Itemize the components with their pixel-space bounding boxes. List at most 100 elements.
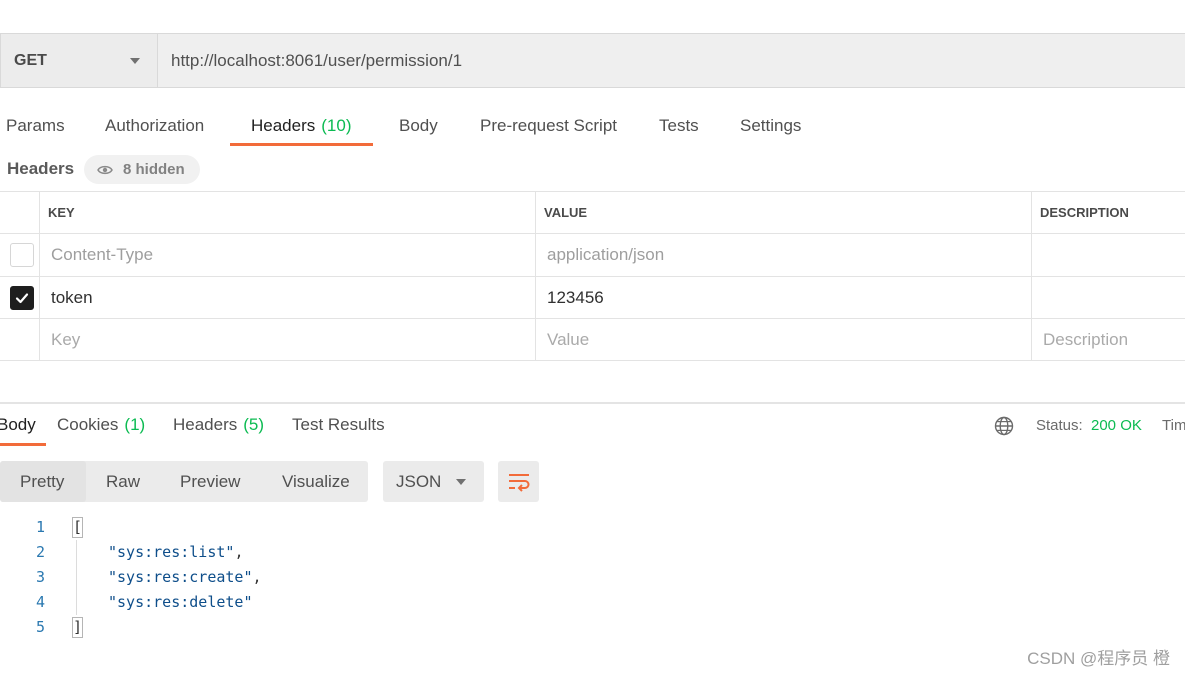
format-dropdown[interactable]: JSON xyxy=(383,461,484,502)
table-header-spacer xyxy=(0,192,40,233)
description-placeholder: Description xyxy=(1043,329,1129,349)
row-enable-checkbox[interactable] xyxy=(10,243,34,267)
column-header-description: DESCRIPTION xyxy=(1032,192,1185,233)
row-enable-checkbox[interactable] xyxy=(10,285,34,310)
code-text: "sys:res:create", xyxy=(108,565,262,590)
header-key-cell[interactable]: Content-Type xyxy=(40,234,536,276)
watermark: CSDN @程序员 橙 xyxy=(1027,649,1170,668)
tab-label: Tests xyxy=(659,116,699,135)
column-header-key: KEY xyxy=(40,192,536,233)
header-description-cell[interactable] xyxy=(1032,277,1185,318)
response-body-editor[interactable]: 1 [ 2 "sys:res:list", 3 "sys:res:create"… xyxy=(0,515,420,640)
tab-label: Headers xyxy=(251,116,316,135)
code-bracket: ] xyxy=(72,617,84,638)
active-tab-indicator xyxy=(230,143,373,146)
header-value-cell[interactable]: application/json xyxy=(536,234,1032,276)
code-string: "sys:res:delete" xyxy=(108,593,253,611)
tab-tests[interactable]: Tests xyxy=(659,104,699,147)
code-line: 1 [ xyxy=(0,515,420,540)
tab-label: Test Results xyxy=(292,415,385,434)
url-input[interactable]: http://localhost:8061/user/permission/1 xyxy=(158,34,1185,87)
hidden-headers-label: 8 hidden xyxy=(123,161,185,178)
request-bar: GET http://localhost:8061/user/permissio… xyxy=(0,33,1185,88)
eye-icon xyxy=(97,165,113,174)
new-description-input[interactable]: Description xyxy=(1032,319,1185,360)
value-placeholder: Value xyxy=(547,329,590,349)
view-mode-switcher: Pretty Raw Preview Visualize xyxy=(0,461,368,502)
header-key-cell[interactable]: token xyxy=(40,277,536,318)
new-value-input[interactable]: Value xyxy=(536,319,1032,360)
table-row: token 123456 xyxy=(0,277,1185,319)
checkbox-cell xyxy=(0,319,40,360)
status-code[interactable]: 200 OK xyxy=(1091,416,1142,436)
column-header-label: DESCRIPTION xyxy=(1040,205,1129,220)
line-number: 3 xyxy=(35,568,45,586)
key-placeholder: Key xyxy=(51,329,81,349)
response-tab-test-results[interactable]: Test Results xyxy=(292,404,385,446)
headers-section-title: Headers xyxy=(7,159,75,178)
code-line: 4 "sys:res:delete" xyxy=(0,590,420,615)
tab-pre-request-script[interactable]: Pre-request Script xyxy=(480,104,617,147)
response-tabs: Body Cookies (1) Headers (5) Test Results xyxy=(0,404,700,446)
code-string: "sys:res:create" xyxy=(108,568,253,586)
code-text: "sys:res:delete" xyxy=(108,590,253,615)
wrap-lines-icon xyxy=(508,473,529,492)
column-header-label: VALUE xyxy=(544,205,588,220)
tab-count-badge: (10) xyxy=(321,116,352,135)
tab-label: Settings xyxy=(740,116,802,135)
tab-label: Cookies xyxy=(57,415,119,434)
tab-authorization[interactable]: Authorization xyxy=(105,104,204,147)
checkbox-cell xyxy=(0,277,40,318)
tab-count-badge: (5) xyxy=(243,415,265,434)
column-header-label: KEY xyxy=(48,205,75,220)
chevron-down-icon xyxy=(456,479,466,485)
status-label: Status: xyxy=(1036,417,1083,434)
active-tab-indicator xyxy=(0,443,46,446)
format-label: JSON xyxy=(396,472,442,491)
tab-settings[interactable]: Settings xyxy=(740,104,801,147)
code-text: "sys:res:list", xyxy=(108,540,243,565)
header-description-cell[interactable] xyxy=(1032,234,1185,276)
code-text: ] xyxy=(72,615,84,640)
tab-label: Body xyxy=(0,415,36,434)
request-tabs: Params Authorization Headers (10) Body Pr… xyxy=(0,104,1185,147)
tab-body[interactable]: Body xyxy=(399,104,438,147)
tab-count-badge: (1) xyxy=(124,415,146,434)
hidden-headers-toggle[interactable]: 8 hidden xyxy=(84,155,200,184)
tab-label: Pre-request Script xyxy=(480,116,617,135)
code-line: 3 "sys:res:create", xyxy=(0,565,420,590)
tab-label: Authorization xyxy=(105,116,205,135)
tab-label: Headers xyxy=(173,415,238,434)
table-header-row: KEY VALUE DESCRIPTION xyxy=(0,192,1185,234)
code-line: 5 ] xyxy=(0,615,420,640)
new-key-input[interactable]: Key xyxy=(40,319,536,360)
method-label: GET xyxy=(14,51,47,69)
tab-headers[interactable]: Headers (10) xyxy=(230,104,373,147)
line-number: 1 xyxy=(35,518,45,536)
response-time-label: Tim xyxy=(1162,417,1185,434)
new-header-row: Key Value Description xyxy=(0,319,1185,361)
response-tab-headers[interactable]: Headers (5) xyxy=(173,404,264,446)
header-value-text: 123456 xyxy=(547,287,604,307)
tab-label: Body xyxy=(399,116,438,135)
header-key-text: Content-Type xyxy=(51,245,154,264)
code-text: [ xyxy=(72,515,84,540)
line-number: 4 xyxy=(35,593,45,611)
header-key-text: token xyxy=(51,287,93,307)
view-mode-visualize[interactable]: Visualize xyxy=(282,461,350,502)
tab-params[interactable]: Params xyxy=(6,104,65,147)
response-tab-cookies[interactable]: Cookies (1) xyxy=(57,404,145,446)
wrap-lines-button[interactable] xyxy=(498,461,539,502)
view-mode-preview[interactable]: Preview xyxy=(180,461,240,502)
table-row: Content-Type application/json xyxy=(0,234,1185,277)
checkbox-cell xyxy=(0,234,40,276)
tab-label: Params xyxy=(6,116,65,135)
globe-icon[interactable] xyxy=(994,416,1014,436)
view-mode-raw[interactable]: Raw xyxy=(106,461,140,502)
response-tab-body[interactable]: Body xyxy=(0,404,46,446)
header-value-cell[interactable]: 123456 xyxy=(536,277,1032,318)
view-mode-pretty[interactable]: Pretty xyxy=(20,461,64,502)
method-dropdown[interactable]: GET xyxy=(1,34,158,87)
column-header-value: VALUE xyxy=(536,192,1032,233)
response-time[interactable]: Tim xyxy=(1156,416,1185,436)
